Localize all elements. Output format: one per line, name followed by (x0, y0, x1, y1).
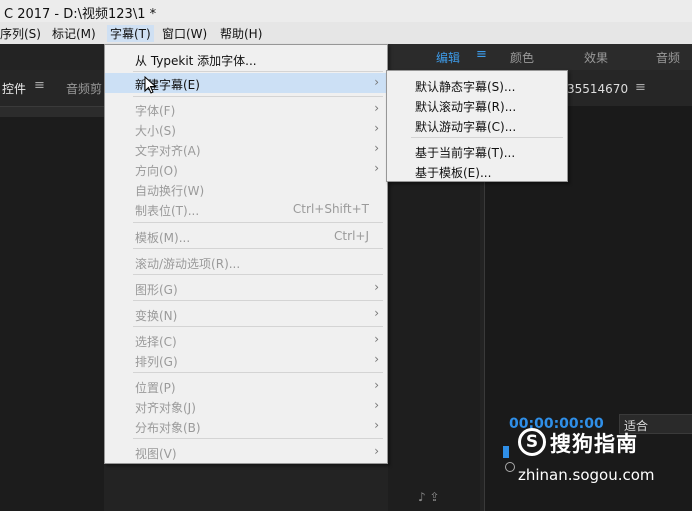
menu-item-graphic[interactable]: 图形(G) › (105, 278, 387, 298)
menu-item-orientation[interactable]: 方向(O) › (105, 159, 387, 179)
menu-item-transform[interactable]: 变换(N) › (105, 304, 387, 324)
chevron-right-icon: › (374, 161, 379, 175)
menu-divider (133, 71, 383, 72)
workspace-edit[interactable]: 编辑 (436, 49, 460, 66)
new-caption-submenu: 默认静态字幕(S)... 默认滚动字幕(R)... 默认游动字幕(C)... 基… (386, 70, 568, 182)
watermark: S 搜狗指南 zhinan.sogou.com (512, 424, 688, 488)
menu-item-distribute-objects[interactable]: 分布对象(B) › (105, 416, 387, 436)
menu-item-position[interactable]: 位置(P) › (105, 376, 387, 396)
menu-divider (133, 96, 383, 97)
menu-divider (133, 326, 383, 327)
caption-menu: 从 Typekit 添加字体... 新建字幕(E) › 字体(F) › 大小(S… (104, 44, 388, 464)
menu-item-add-typekit-font[interactable]: 从 Typekit 添加字体... (105, 49, 387, 69)
workspace-color[interactable]: 颜色 (510, 49, 534, 66)
menu-item-tab-stops[interactable]: 制表位(T)... Ctrl+Shift+T (105, 199, 387, 219)
panel-header-strip (0, 107, 104, 117)
chevron-right-icon: › (374, 352, 379, 366)
menu-divider (133, 438, 383, 439)
chevron-right-icon: › (374, 280, 379, 294)
menu-item-align-objects[interactable]: 对齐对象(J) › (105, 396, 387, 416)
hamburger-icon[interactable]: ≡ (476, 47, 487, 62)
workspace-bar: 编辑 ≡ 颜色 效果 音频 (386, 44, 692, 70)
chevron-right-icon: › (374, 75, 379, 89)
submenu-item-default-roll[interactable]: 默认滚动字幕(R)... (387, 95, 567, 115)
monitor-menu-icon[interactable]: ≡ (635, 80, 646, 95)
menu-divider (133, 300, 383, 301)
submenu-item-based-on-current[interactable]: 基于当前字幕(T)... (387, 141, 567, 161)
panel-menu-icon[interactable]: ≡ (34, 78, 45, 93)
menu-item-templates[interactable]: 模板(M)... Ctrl+J (105, 226, 387, 246)
submenu-item-default-crawl[interactable]: 默认游动字幕(C)... (387, 115, 567, 135)
menu-divider (133, 222, 383, 223)
menu-sequence[interactable]: 序列(S) (0, 25, 41, 42)
chevron-right-icon: › (374, 378, 379, 392)
chevron-right-icon: › (374, 332, 379, 346)
workspace-effects[interactable]: 效果 (584, 49, 608, 66)
sequence-name[interactable]: 35514670 (567, 82, 628, 96)
menu-divider (133, 372, 383, 373)
middle-panel: ♪ ⇪ (388, 182, 480, 511)
menu-caption[interactable]: 字幕(T) (107, 25, 154, 42)
chevron-right-icon: › (374, 141, 379, 155)
menu-item-select[interactable]: 选择(C) › (105, 330, 387, 350)
window-title: C 2017 - D:\视频123\1 * (4, 7, 157, 22)
chevron-right-icon: › (374, 101, 379, 115)
menu-item-size[interactable]: 大小(S) › (105, 119, 387, 139)
submenu-item-based-on-template[interactable]: 基于模板(E)... (387, 161, 567, 181)
chevron-right-icon: › (374, 444, 379, 458)
sogou-logo-icon: S (518, 428, 546, 456)
menu-divider (411, 137, 563, 138)
menu-item-arrange[interactable]: 排列(G) › (105, 350, 387, 370)
menu-divider (133, 274, 383, 275)
menu-item-word-wrap[interactable]: 自动换行(W) (105, 179, 387, 199)
workspace-audio[interactable]: 音频 (656, 49, 680, 66)
watermark-url: zhinan.sogou.com (518, 466, 655, 484)
watermark-title: 搜狗指南 (550, 432, 638, 456)
menu-item-font[interactable]: 字体(F) › (105, 99, 387, 119)
menu-window[interactable]: 窗口(W) (162, 25, 207, 42)
chevron-right-icon: › (374, 306, 379, 320)
chevron-right-icon: › (374, 121, 379, 135)
menu-bar: 序列(S) 标记(M) 字幕(T) 窗口(W) 帮助(H) (0, 22, 692, 44)
tab-audio-mixer[interactable]: 音频剪 (66, 80, 102, 97)
mouse-cursor-icon (144, 76, 157, 94)
chevron-right-icon: › (374, 418, 379, 432)
menu-help[interactable]: 帮助(H) (220, 25, 262, 42)
panel-tabs: 控件 ≡ 音频剪 (0, 70, 104, 107)
menu-item-text-align[interactable]: 文字对齐(A) › (105, 139, 387, 159)
playhead-marker[interactable] (503, 446, 509, 458)
effect-controls-panel: 控件 ≡ 音频剪 (0, 70, 104, 511)
chevron-right-icon: › (374, 398, 379, 412)
menu-item-view[interactable]: 视图(V) › (105, 442, 387, 462)
menu-divider (133, 248, 383, 249)
submenu-item-default-still[interactable]: 默认静态字幕(S)... (387, 75, 567, 95)
menu-item-roll-crawl-options[interactable]: 滚动/游动选项(R)... (105, 252, 387, 272)
tab-effect-controls[interactable]: 控件 (2, 80, 26, 97)
title-bar: C 2017 - D:\视频123\1 * (0, 0, 692, 22)
menu-marker[interactable]: 标记(M) (52, 25, 96, 42)
export-icon[interactable]: ♪ ⇪ (418, 490, 440, 504)
